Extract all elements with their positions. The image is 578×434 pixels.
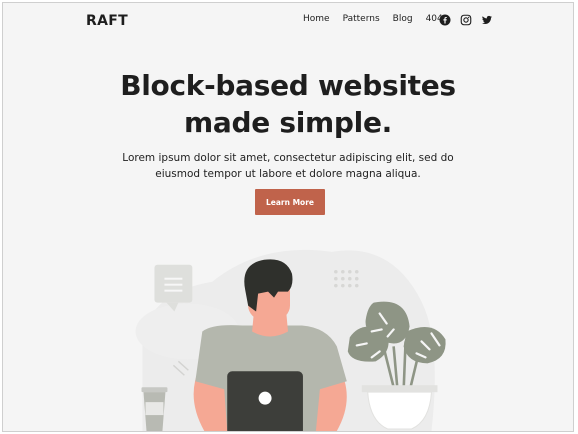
page-frame: RAFT Home Patterns Blog 404 Block-based … bbox=[2, 2, 574, 432]
hero-illustration bbox=[135, 249, 446, 431]
laptop-icon bbox=[227, 371, 303, 431]
